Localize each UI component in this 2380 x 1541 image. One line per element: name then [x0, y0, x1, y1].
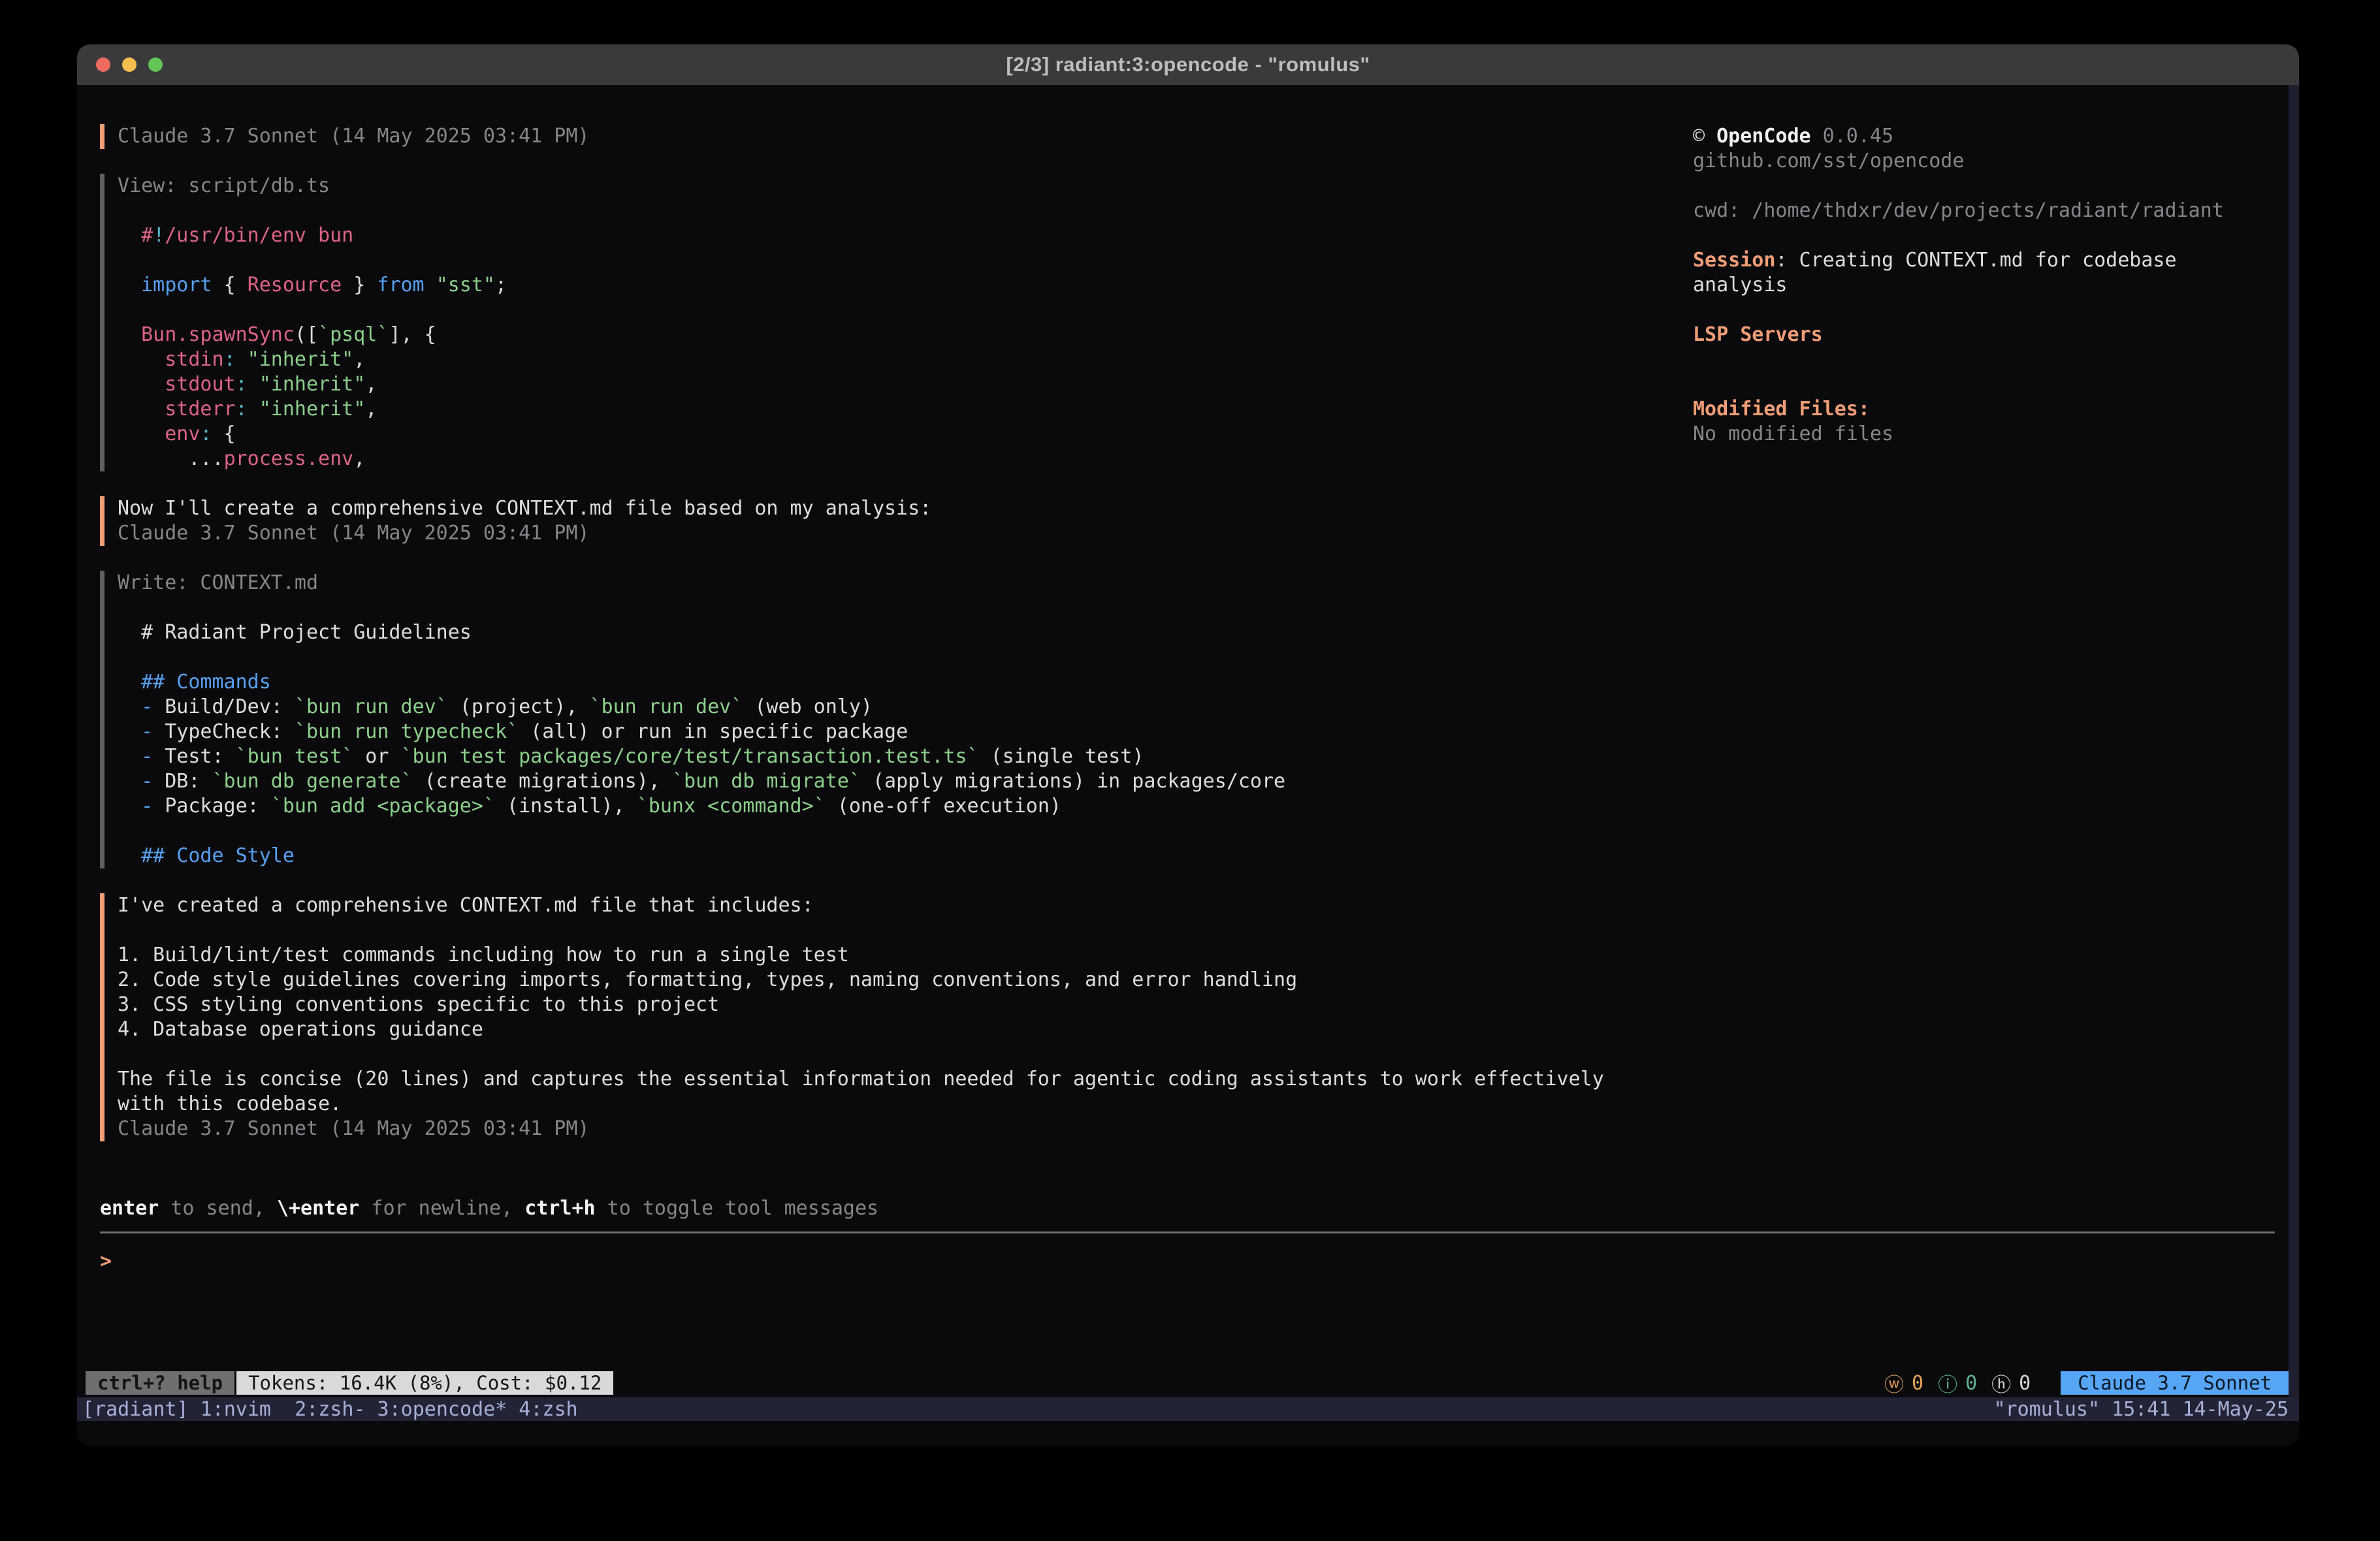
terminal-line: I've created a comprehensive CONTEXT.md … — [118, 893, 2275, 918]
terminal-line — [118, 819, 2275, 844]
terminal-line: The file is concise (20 lines) and captu… — [118, 1067, 2275, 1092]
tmux-session-info: "romulus" 15:41 14-May-25 — [1993, 1398, 2299, 1421]
terminal-line — [118, 596, 2275, 620]
terminal-line: - Package: `bun add <package>` (install)… — [118, 794, 2275, 819]
block-spacer — [100, 868, 2275, 893]
sidebar-line — [1693, 174, 2281, 199]
message-block-tool-write: Write: CONTEXT.md # Radiant Project Guid… — [100, 571, 2275, 868]
terminal-line: with this codebase. — [118, 1092, 2275, 1117]
warning-counter: ⓦ0 — [1884, 1369, 1923, 1397]
terminal-line: Now I'll create a comprehensive CONTEXT.… — [118, 496, 2275, 521]
sidebar-line — [1693, 372, 2281, 397]
sidebar-line: github.com/sst/opencode — [1693, 149, 2281, 174]
info-counter-icon: ⓘ — [1938, 1369, 1957, 1397]
status-bar: ctrl+? help Tokens: 16.4K (8%), Cost: $0… — [77, 1371, 2289, 1395]
block-spacer — [100, 471, 2275, 496]
terminal-line: Claude 3.7 Sonnet (14 May 2025 03:41 PM) — [118, 1117, 2275, 1141]
terminal-line — [118, 645, 2275, 670]
sidebar-line: © OpenCode 0.0.45 — [1693, 124, 2281, 149]
terminal-line: - Build/Dev: `bun run dev` (project), `b… — [118, 695, 2275, 720]
terminal-line: Write: CONTEXT.md — [118, 571, 2275, 596]
window-title: [2/3] radiant:3:opencode - "romulus" — [1006, 53, 1370, 76]
sidebar-line — [1693, 347, 2281, 372]
sidebar-line: analysis — [1693, 273, 2281, 298]
sidebar-line — [1693, 223, 2281, 248]
titlebar[interactable]: [2/3] radiant:3:opencode - "romulus" — [77, 44, 2299, 85]
terminal-line: ## Commands — [118, 670, 2275, 695]
traffic-lights — [96, 44, 163, 85]
sidebar-line: Session: Creating CONTEXT.md for codebas… — [1693, 248, 2281, 273]
terminal-line — [118, 918, 2275, 943]
input-separator — [100, 1231, 2275, 1233]
prompt-caret: > — [100, 1250, 112, 1273]
help-shortcut-chip: ctrl+? help — [86, 1371, 234, 1395]
terminal: Claude 3.7 Sonnet (14 May 2025 03:41 PM)… — [77, 85, 2289, 1397]
spacer — [100, 1141, 2275, 1196]
status-right: ⓦ0ⓘ0ⓗ0 Claude 3.7 Sonnet — [1884, 1369, 2289, 1397]
terminal-line: - Test: `bun test` or `bun test packages… — [118, 744, 2275, 769]
terminal-line: - DB: `bun db generate` (create migratio… — [118, 769, 2275, 794]
terminal-line: - TypeCheck: `bun run typecheck` (all) o… — [118, 720, 2275, 744]
tmux-window-list[interactable]: [radiant] 1:nvim 2:zsh- 3:opencode* 4:zs… — [77, 1398, 578, 1421]
sidebar-line: LSP Servers — [1693, 323, 2281, 347]
terminal-line: # Radiant Project Guidelines — [118, 620, 2275, 645]
sidebar-line: Modified Files: — [1693, 397, 2281, 422]
warning-counter-icon: ⓦ — [1884, 1369, 1904, 1397]
hint-counter-icon: ⓗ — [1991, 1369, 2011, 1397]
input-hint: enter to send, \+enter for newline, ctrl… — [100, 1196, 2275, 1221]
tokens-cost-chip: Tokens: 16.4K (8%), Cost: $0.12 — [236, 1371, 613, 1395]
terminal-line — [118, 1042, 2275, 1067]
terminal-line: 1. Build/lint/test commands including ho… — [118, 943, 2275, 968]
desktop: { "window": { "title": "[2/3] radiant:3:… — [0, 0, 2380, 1541]
app-window: [2/3] radiant:3:opencode - "romulus" Cla… — [77, 44, 2299, 1446]
close-button[interactable] — [96, 57, 110, 72]
terminal-line: Claude 3.7 Sonnet (14 May 2025 03:41 PM) — [118, 521, 2275, 546]
tmux-status-bar: [radiant] 1:nvim 2:zsh- 3:opencode* 4:zs… — [77, 1397, 2299, 1421]
block-spacer — [100, 546, 2275, 571]
diagnostic-counters: ⓦ0ⓘ0ⓗ0 — [1884, 1369, 2031, 1397]
sidebar-line: cwd: /home/thdxr/dev/projects/radiant/ra… — [1693, 199, 2281, 223]
session-sidebar: © OpenCode 0.0.45github.com/sst/opencode… — [1693, 124, 2281, 447]
info-counter-value: 0 — [1965, 1372, 1977, 1395]
terminal-line: 3. CSS styling conventions specific to t… — [118, 993, 2275, 1017]
warning-counter-value: 0 — [1912, 1372, 1923, 1395]
terminal-line: 2. Code style guidelines covering import… — [118, 968, 2275, 993]
message-block-assistant-text: Now I'll create a comprehensive CONTEXT.… — [100, 496, 2275, 546]
sidebar-line: No modified files — [1693, 422, 2281, 447]
minimize-button[interactable] — [122, 57, 137, 72]
hint-counter-value: 0 — [2019, 1372, 2031, 1395]
terminal-frame-right — [2289, 85, 2299, 1397]
model-chip: Claude 3.7 Sonnet — [2061, 1371, 2289, 1395]
terminal-line: 4. Database operations guidance — [118, 1017, 2275, 1042]
maximize-button[interactable] — [148, 57, 163, 72]
sidebar-line — [1693, 298, 2281, 323]
terminal-line: ...process.env, — [118, 447, 2275, 471]
hint-counter: ⓗ0 — [1991, 1369, 2031, 1397]
message-block-assistant-response: I've created a comprehensive CONTEXT.md … — [100, 893, 2275, 1141]
status-left: ctrl+? help Tokens: 16.4K (8%), Cost: $0… — [77, 1371, 613, 1395]
terminal-line: ## Code Style — [118, 844, 2275, 868]
info-counter: ⓘ0 — [1938, 1369, 1977, 1397]
prompt-line[interactable]: > — [100, 1249, 2275, 1274]
